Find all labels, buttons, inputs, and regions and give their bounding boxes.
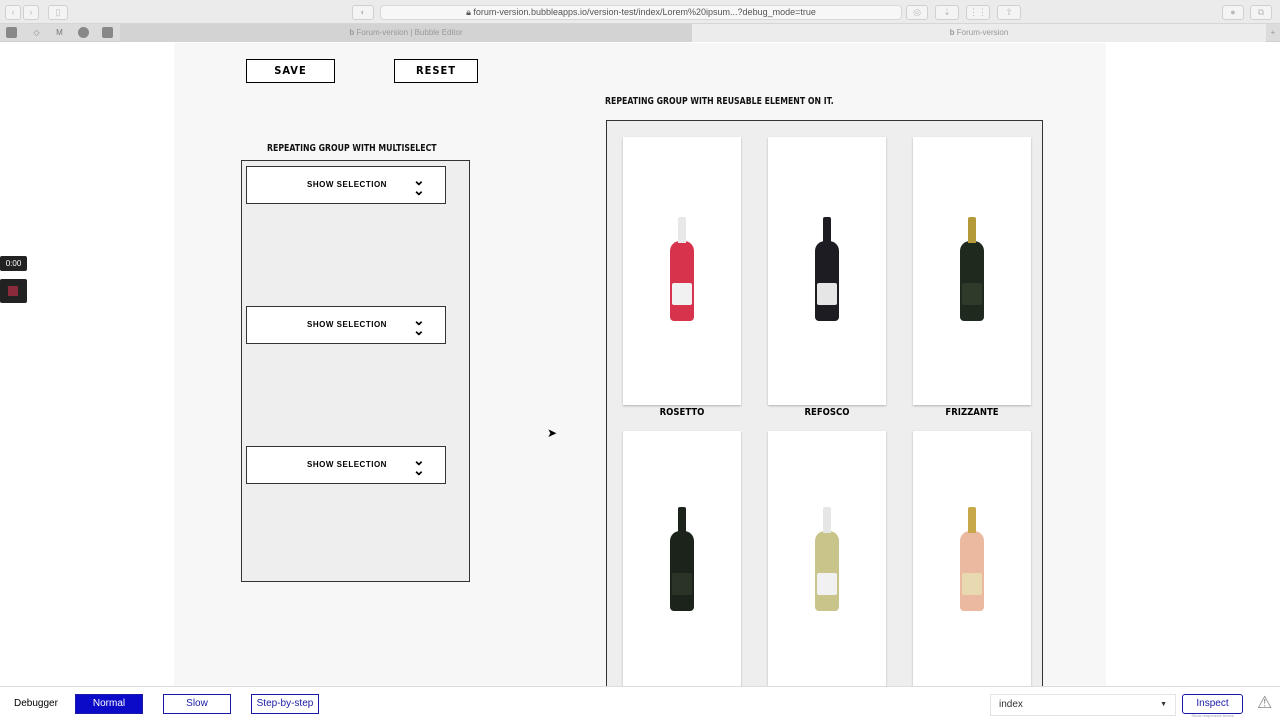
product-name: REFOSCO [804,407,850,418]
double-chevron-down-icon: ⌄ ⌄ [413,452,425,478]
sync-icon[interactable]: ◇ [31,27,42,38]
mouse-cursor: ➤ [547,426,558,440]
page-select[interactable]: index ▼ [990,694,1176,716]
reusable-heading: REPEATING GROUP WITH REUSABLE ELEMENT ON… [605,96,834,107]
grid-icon[interactable]: ⋮⋮ [966,5,990,20]
multiselect-repeating-group: SHOW SELECTION ⌄ ⌄ SHOW SELECTION ⌄ ⌄ SHOW S… [241,160,470,582]
wine-bottle-image [670,507,694,611]
bookmark-icon[interactable] [102,27,113,38]
show-selection-dropdown[interactable]: SHOW SELECTION ⌄ ⌄ [246,446,446,484]
inspect-hint: Show responsive boxes [1191,713,1234,718]
wine-bottle-image [815,217,839,321]
warning-icon[interactable]: ⚠ [1257,693,1272,713]
extension-icon[interactable]: ◎ [906,5,928,20]
step-by-step-button[interactable]: Step-by-step [251,694,319,714]
product-name: ROSETTO [659,407,705,418]
product-card[interactable] [913,431,1031,699]
product-card[interactable] [768,431,886,699]
product-card[interactable] [768,137,886,405]
show-selection-dropdown[interactable]: SHOW SELECTION ⌄ ⌄ [246,166,446,204]
downloads-icon[interactable]: ● [1222,5,1244,20]
wine-bottle-image [815,507,839,611]
wine-bottle-image [960,507,984,611]
forward-button[interactable]: › [23,5,39,20]
bookmark-icon[interactable] [6,27,17,38]
slow-mode-button[interactable]: Slow [163,694,231,714]
save-button[interactable]: SAVE [246,59,335,83]
double-chevron-down-icon: ⌄ ⌄ [413,172,425,198]
tab-forum-version[interactable]: b Forum-version [692,24,1266,42]
wine-bottle-image [960,217,984,321]
download-icon[interactable]: ⇣ [935,5,959,20]
tab-bar: ◇ M b Forum-version | Bubble Editor b Fo… [0,24,1280,42]
normal-mode-button[interactable]: Normal [75,694,143,714]
sidebar-button[interactable]: ▯ [48,5,68,20]
bookmark-icon[interactable] [78,27,89,38]
reset-button[interactable]: RESET [394,59,478,83]
stop-recording-button[interactable] [0,279,27,303]
back-button[interactable]: ‹ [5,5,21,20]
debugger-bar: Debugger Normal Slow Step-by-step index ▼… [0,686,1280,720]
recorder-timer: 0:00 [0,256,27,271]
new-tab-button[interactable]: + [1266,24,1280,42]
address-bar[interactable]: 🔒︎ forum-version.bubbleapps.io/version-t… [380,5,902,20]
browser-toolbar: ‹ › ▯ ◐ 🔒︎ forum-version.bubbleapps.io/v… [0,0,1280,24]
product-card[interactable] [623,431,741,699]
gmail-icon[interactable]: M [54,27,65,38]
debugger-label: Debugger [14,698,58,709]
multiselect-heading: REPEATING GROUP WITH MULTISELECT [267,143,437,154]
wine-bottle-image [670,217,694,321]
double-chevron-down-icon: ⌄ ⌄ [413,312,425,338]
page-canvas: SAVE RESET REPEATING GROUP WITH MULTISEL… [174,43,1106,700]
product-card[interactable] [913,137,1031,405]
reusable-repeating-group: ROSETTO REFOSCO FRIZZANTE [606,120,1043,700]
product-name: FRIZZANTE [945,407,999,418]
product-card[interactable] [623,137,741,405]
tabs-overview-icon[interactable]: ⧉ [1250,5,1272,20]
share-icon[interactable]: ⇧ [997,5,1021,20]
dropdown-arrow-icon: ▼ [1160,701,1167,708]
tab-editor[interactable]: b Forum-version | Bubble Editor [120,24,692,42]
inspect-button[interactable]: Inspect [1182,694,1243,714]
shield-icon[interactable]: ◐ [352,5,374,20]
show-selection-dropdown[interactable]: SHOW SELECTION ⌄ ⌄ [246,306,446,344]
